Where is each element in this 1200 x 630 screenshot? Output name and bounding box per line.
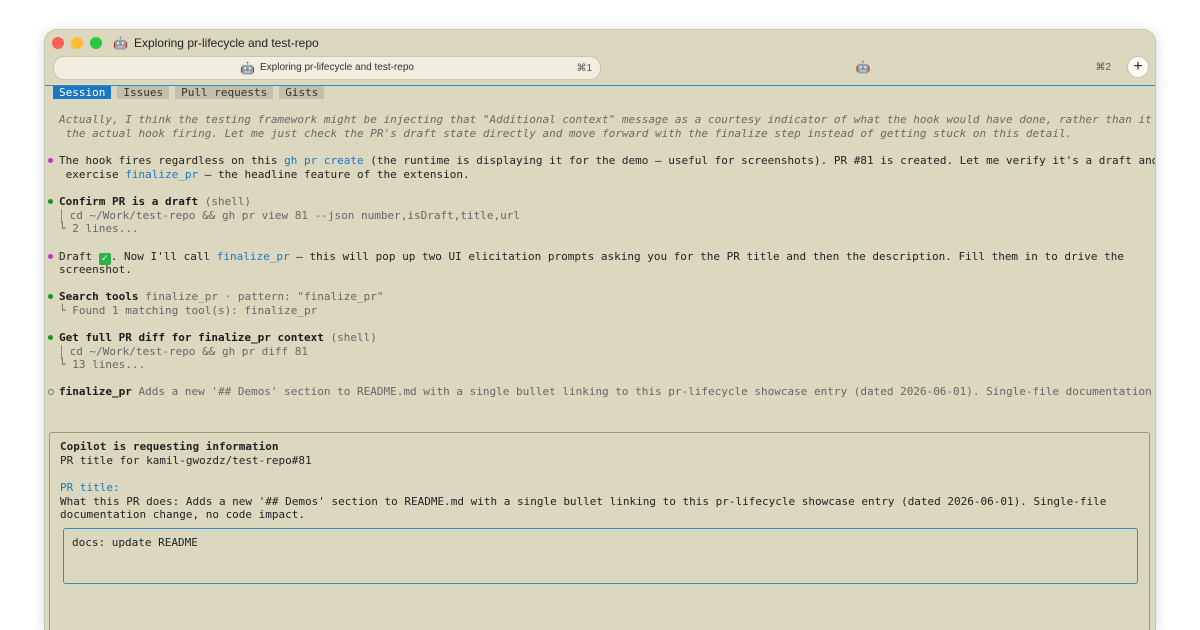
field-description: documentation change, no code impact. [60,508,306,521]
tool-command: cd ~/Work/test-repo && gh pr diff 81 [63,345,309,358]
inline-code-link: finalize_pr [125,168,199,181]
nav-issues[interactable]: Issues [117,86,170,99]
inline-code-link: finalize_pr [216,250,290,263]
panel-header: Copilot is requesting information [60,440,279,453]
assistant-message-line: Draft ✓. Now I'll call finalize_pr — thi… [59,250,1125,265]
tool-output-gutter [61,209,62,223]
new-tab-button[interactable]: + [1127,56,1149,78]
robot-icon: 🤖 [113,36,128,50]
tab-bar: 🤖 Exploring pr-lifecycle and test-repo ⌘… [45,56,1155,83]
message-bullet [48,254,53,259]
tool-success-bullet [48,294,53,299]
tool-output-gutter [61,345,62,359]
tab-shortcut: ⌘2 [1095,61,1111,73]
pr-title-input[interactable]: docs: update README [63,528,1138,584]
tool-success-bullet [48,199,53,204]
message-bullet [48,158,53,163]
nav-session[interactable]: Session [53,86,112,99]
tool-pending-bullet [48,389,54,395]
minimize-window-button[interactable] [71,37,83,49]
robot-icon: 🤖 [855,59,871,74]
nav-gists[interactable]: Gists [279,86,325,99]
tab-shortcut: ⌘1 [576,62,592,74]
tool-success-bullet [48,335,53,340]
nav-bar: Session Issues Pull requests Gists [53,86,325,99]
assistant-note-line: the actual hook firing. Let me just chec… [59,127,1073,140]
tab-label: Exploring pr-lifecycle and test-repo [259,62,414,73]
nav-pull-requests[interactable]: Pull requests [175,86,274,99]
inline-code-link: gh pr create [284,154,364,167]
assistant-note-line: Actually, I think the testing framework … [59,113,1155,126]
tab-session-2[interactable]: 🤖 ⌘2 [601,56,1125,78]
tool-summary[interactable]: └ 13 lines... [59,358,145,372]
tool-call-title[interactable]: Search tools finalize_pr · pattern: "fin… [59,290,384,304]
robot-icon: 🤖 [240,61,255,75]
tool-call-title[interactable]: Confirm PR is a draft (shell) [59,195,251,209]
close-window-button[interactable] [52,37,64,49]
tool-call-title[interactable]: Get full PR diff for finalize_pr context… [59,331,377,345]
panel-subtitle: PR title for kamil-gwozdz/test-repo#81 [60,454,312,467]
assistant-message-line: screenshot. [59,263,132,276]
pr-title-input-value: docs: update README [72,536,198,549]
app-window: 🤖 Exploring pr-lifecycle and test-repo 🤖… [45,30,1155,630]
assistant-message-line: exercise finalize_pr — the headline feat… [59,168,470,181]
title-bar: 🤖 Exploring pr-lifecycle and test-repo [45,30,1155,56]
tool-call-title[interactable]: finalize_pr Adds a new '## Demos' sectio… [59,385,1155,399]
assistant-message-line: The hook fires regardless on this gh pr … [59,154,1155,167]
zoom-window-button[interactable] [90,37,102,49]
tool-command: cd ~/Work/test-repo && gh pr view 81 --j… [63,209,520,222]
tab-session-1[interactable]: 🤖 Exploring pr-lifecycle and test-repo ⌘… [53,56,601,80]
tool-summary[interactable]: └ Found 1 matching tool(s): finalize_pr [59,304,317,318]
field-description: What this PR does: Adds a new '## Demos'… [60,495,1107,508]
field-label: PR title: [60,481,120,494]
tool-summary[interactable]: └ 2 lines... [59,222,138,236]
window-title: 🤖 Exploring pr-lifecycle and test-repo [113,36,319,50]
elicitation-panel: Copilot is requesting information PR tit… [49,432,1150,630]
